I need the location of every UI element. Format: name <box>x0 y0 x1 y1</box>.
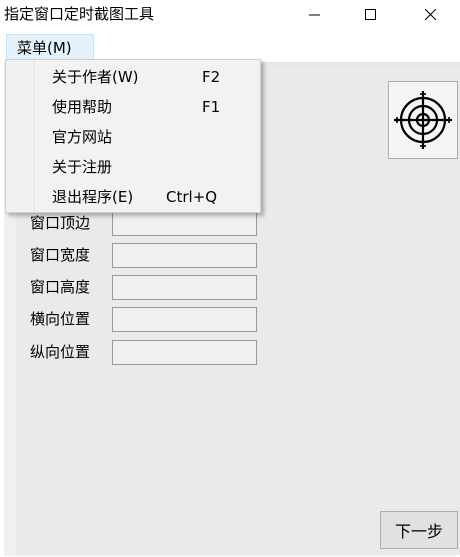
height-input[interactable] <box>112 275 257 300</box>
menu-item-shortcut: Ctrl+Q <box>166 188 218 206</box>
menu-bar: 菜单(M) <box>0 32 460 62</box>
field-label: 横向位置 <box>30 310 91 328</box>
close-icon <box>425 9 437 21</box>
dropdown-menu: 关于作者(W) F2 使用帮助 F1 官方网站 关于注册 退出程序(E) Ctr… <box>5 59 261 213</box>
width-input[interactable] <box>112 243 257 268</box>
menu-item-label: 退出程序(E) <box>52 188 134 206</box>
menu-item-website[interactable]: 官方网站 <box>8 122 258 152</box>
window-finder-button[interactable] <box>388 81 458 159</box>
menu-item-about-author[interactable]: 关于作者(W) F2 <box>8 62 258 92</box>
top-input[interactable] <box>112 211 257 236</box>
minimize-icon <box>309 14 320 16</box>
field-label: 纵向位置 <box>30 343 91 361</box>
menu-item-label: 官方网站 <box>52 128 113 146</box>
field-label: 窗口高度 <box>30 278 91 296</box>
window-title: 指定窗口定时截图工具 <box>4 5 155 23</box>
menu-item-label: 使用帮助 <box>52 98 113 116</box>
y-position-input[interactable] <box>112 340 257 365</box>
close-button[interactable] <box>408 0 454 30</box>
maximize-icon <box>365 9 376 20</box>
title-bar: 指定窗口定时截图工具 <box>0 0 460 30</box>
menu-item-shortcut: F1 <box>202 98 221 116</box>
crosshair-target-icon <box>394 91 452 149</box>
x-position-input[interactable] <box>112 307 257 332</box>
maximize-button[interactable] <box>348 0 394 30</box>
menu-item-exit[interactable]: 退出程序(E) Ctrl+Q <box>8 182 258 212</box>
menu-item-shortcut: F2 <box>202 68 221 86</box>
menu-item-help[interactable]: 使用帮助 F1 <box>8 92 258 122</box>
menu-item-label: 关于作者(W) <box>52 68 139 86</box>
menu-item-registration[interactable]: 关于注册 <box>8 152 258 182</box>
menu-item-label: 关于注册 <box>52 158 113 176</box>
menu-root-label: 菜单(M) <box>17 39 72 57</box>
menu-root-item[interactable]: 菜单(M) <box>6 34 94 61</box>
next-step-button[interactable]: 下一步 <box>380 511 458 549</box>
minimize-button[interactable] <box>292 0 338 30</box>
field-label: 窗口宽度 <box>30 246 91 264</box>
field-label: 窗口顶边 <box>30 214 91 232</box>
